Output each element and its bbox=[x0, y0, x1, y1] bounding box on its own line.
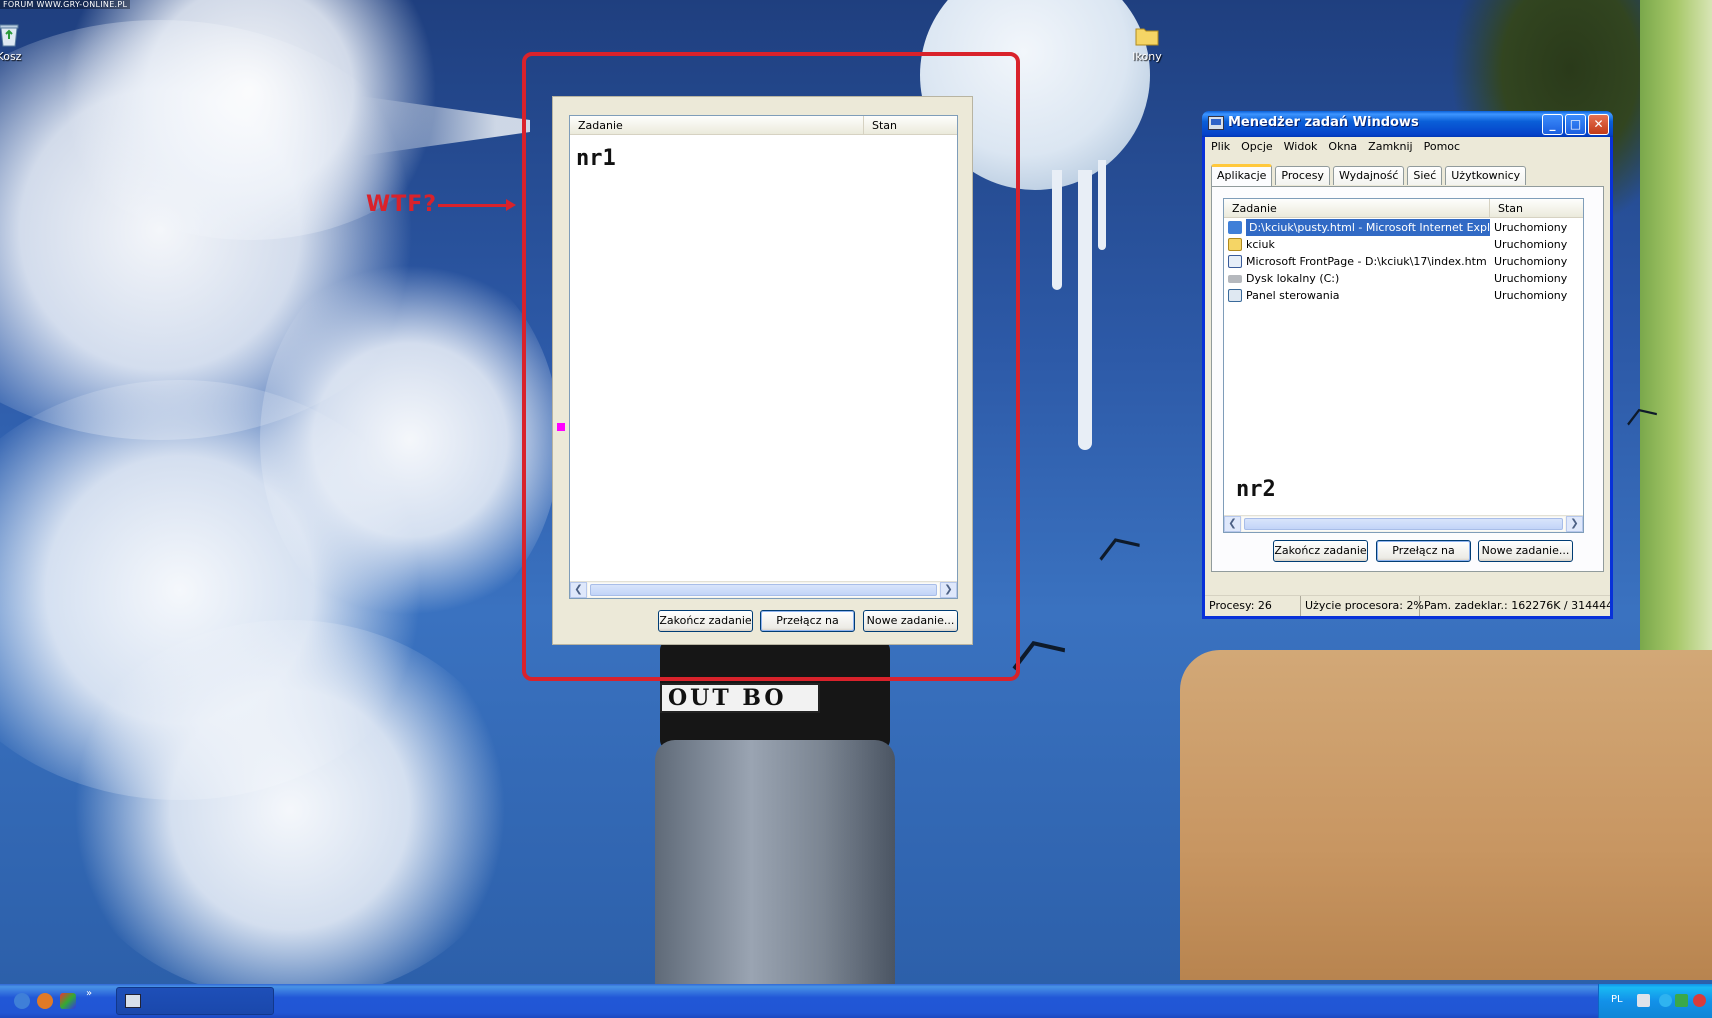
menu-options[interactable]: Opcje bbox=[1235, 137, 1278, 157]
switch-to-button[interactable]: Przełącz na bbox=[1376, 540, 1471, 562]
network-icon[interactable] bbox=[1659, 994, 1672, 1007]
annotation-label: nr1 bbox=[576, 146, 616, 171]
firefox-icon[interactable] bbox=[37, 993, 53, 1009]
minimize-button[interactable]: _ bbox=[1542, 114, 1563, 135]
desktop-icon-folder[interactable]: Ikony bbox=[1112, 22, 1182, 63]
tab-strip: Aplikacje Procesy Wydajność Sieć Użytkow… bbox=[1211, 164, 1529, 186]
task-name: Panel sterowania bbox=[1246, 289, 1340, 302]
scroll-thumb[interactable] bbox=[590, 584, 937, 596]
column-header-task[interactable]: Zadanie bbox=[1224, 199, 1490, 217]
menu-view[interactable]: Widok bbox=[1278, 137, 1323, 157]
menu-shutdown[interactable]: Zamknij bbox=[1362, 137, 1417, 157]
task-list[interactable]: Zadanie Stan D:\kciuk\pusty.html - Micro… bbox=[1223, 198, 1584, 533]
scroll-right-button[interactable]: ❯ bbox=[940, 582, 957, 598]
task-name: Microsoft FrontPage - D:\kciuk\17\index.… bbox=[1246, 255, 1487, 268]
scroll-track[interactable] bbox=[1242, 517, 1565, 531]
end-task-button[interactable]: Zakończ zadanie bbox=[658, 610, 753, 632]
desktop-icon-recycle-bin[interactable]: Kosz bbox=[0, 22, 44, 63]
scroll-left-button[interactable]: ❮ bbox=[570, 582, 587, 598]
tab-network[interactable]: Sieć bbox=[1407, 166, 1443, 185]
horizontal-scrollbar[interactable]: ❮ ❯ bbox=[1224, 515, 1583, 532]
annotation-text: WTF? bbox=[366, 192, 438, 217]
new-task-button[interactable]: Nowe zadanie... bbox=[863, 610, 958, 632]
list-item[interactable]: kciuk Uruchomiony bbox=[1224, 236, 1583, 253]
desktop-icon-label: Kosz bbox=[0, 50, 22, 63]
system-tray: PL bbox=[1598, 984, 1712, 1018]
task-manager-icon bbox=[1208, 116, 1224, 130]
folder-icon bbox=[1228, 238, 1242, 251]
list-item[interactable]: Panel sterowania Uruchomiony bbox=[1224, 287, 1583, 304]
column-header-task[interactable]: Zadanie bbox=[570, 116, 864, 134]
window-title: Menedżer zadań Windows bbox=[1228, 115, 1419, 130]
maximize-button[interactable]: □ bbox=[1565, 114, 1586, 135]
security-shield-icon[interactable] bbox=[1693, 994, 1706, 1007]
menu-bar: Plik Opcje Widok Okna Zamknij Pomoc bbox=[1205, 137, 1610, 157]
paint-icon[interactable] bbox=[60, 993, 76, 1009]
scroll-track[interactable] bbox=[588, 583, 939, 597]
status-processes: Procesy: 26 bbox=[1205, 596, 1301, 616]
tab-performance[interactable]: Wydajność bbox=[1332, 166, 1405, 185]
desktop-icon-label: Ikony bbox=[1132, 50, 1162, 63]
task-state: Uruchomiony bbox=[1494, 221, 1568, 234]
task-state: Uruchomiony bbox=[1494, 238, 1568, 251]
tab-processes[interactable]: Procesy bbox=[1275, 166, 1330, 185]
folder-icon bbox=[1135, 28, 1159, 46]
end-task-button[interactable]: Zakończ zadanie bbox=[1273, 540, 1368, 562]
scroll-right-button[interactable]: ❯ bbox=[1566, 516, 1583, 532]
menu-file[interactable]: Plik bbox=[1205, 137, 1235, 157]
status-bar: Procesy: 26 Użycie procesora: 2% Pam. za… bbox=[1205, 595, 1610, 616]
task-name: kciuk bbox=[1246, 238, 1275, 251]
list-header: Zadanie Stan bbox=[570, 116, 957, 135]
scroll-thumb[interactable] bbox=[1244, 518, 1563, 530]
status-cpu-usage: Użycie procesora: 2% bbox=[1301, 596, 1424, 616]
horizontal-scrollbar[interactable]: ❮ ❯ bbox=[570, 581, 957, 598]
new-task-button[interactable]: Nowe zadanie... bbox=[1478, 540, 1573, 562]
annotation-arrow bbox=[438, 199, 516, 211]
status-commit-charge: Pam. zadeklar.: 162276K / 314444 bbox=[1424, 599, 1610, 612]
menu-windows[interactable]: Okna bbox=[1322, 137, 1362, 157]
tab-users[interactable]: Użytkownicy bbox=[1445, 166, 1527, 185]
monitor-icon[interactable] bbox=[1675, 994, 1688, 1007]
language-indicator[interactable]: PL bbox=[1611, 994, 1623, 1005]
taskbar-button-task-manager[interactable] bbox=[116, 987, 274, 1015]
frontpage-icon bbox=[1228, 255, 1242, 268]
window-task-manager[interactable]: Menedżer zadań Windows _ □ ✕ Plik Opcje … bbox=[1202, 111, 1613, 619]
tab-applications[interactable]: Aplikacje bbox=[1211, 164, 1273, 186]
magenta-marker bbox=[557, 423, 565, 431]
wallpaper-belt-text: OUT BO bbox=[660, 683, 820, 713]
task-name: D:\kciuk\pusty.html - Microsoft Internet… bbox=[1246, 219, 1490, 236]
column-header-state[interactable]: Stan bbox=[864, 116, 957, 134]
applications-panel: Zadanie Stan D:\kciuk\pusty.html - Micro… bbox=[1211, 186, 1604, 572]
keyboard-icon[interactable] bbox=[1637, 994, 1650, 1007]
annotation-label: nr2 bbox=[1236, 477, 1276, 502]
close-button[interactable]: ✕ bbox=[1588, 114, 1609, 135]
task-rows: D:\kciuk\pusty.html - Microsoft Internet… bbox=[1224, 218, 1583, 304]
internet-explorer-icon[interactable] bbox=[14, 993, 30, 1009]
taskbar: » PL bbox=[0, 984, 1712, 1018]
recycle-bin-icon bbox=[0, 24, 19, 47]
task-state: Uruchomiony bbox=[1494, 272, 1568, 285]
menu-help[interactable]: Pomoc bbox=[1418, 137, 1465, 157]
column-header-state[interactable]: Stan bbox=[1490, 199, 1583, 217]
scroll-left-button[interactable]: ❮ bbox=[1224, 516, 1241, 532]
drive-icon bbox=[1228, 274, 1242, 283]
internet-explorer-icon bbox=[1228, 221, 1242, 234]
control-panel-icon bbox=[1228, 289, 1242, 302]
switch-to-button[interactable]: Przełącz na bbox=[760, 610, 855, 632]
task-name: Dysk lokalny (C:) bbox=[1246, 272, 1340, 285]
quicklaunch-chevron-icon[interactable]: » bbox=[86, 988, 92, 999]
list-item[interactable]: Dysk lokalny (C:) Uruchomiony bbox=[1224, 270, 1583, 287]
title-bar[interactable]: Menedżer zadań Windows _ □ ✕ bbox=[1202, 111, 1613, 137]
task-state: Uruchomiony bbox=[1494, 255, 1568, 268]
list-item[interactable]: D:\kciuk\pusty.html - Microsoft Internet… bbox=[1224, 219, 1583, 236]
window-nr1[interactable]: Zadanie Stan nr1 ❮ ❯ Zakończ zadanie Prz… bbox=[552, 96, 973, 645]
task-list[interactable]: Zadanie Stan nr1 ❮ ❯ bbox=[569, 115, 958, 599]
task-state: Uruchomiony bbox=[1494, 289, 1568, 302]
list-item[interactable]: Microsoft FrontPage - D:\kciuk\17\index.… bbox=[1224, 253, 1583, 270]
list-header: Zadanie Stan bbox=[1224, 199, 1583, 218]
task-manager-icon bbox=[125, 994, 141, 1008]
forum-watermark: FORUM WWW.GRY-ONLINE.PL bbox=[0, 0, 131, 9]
